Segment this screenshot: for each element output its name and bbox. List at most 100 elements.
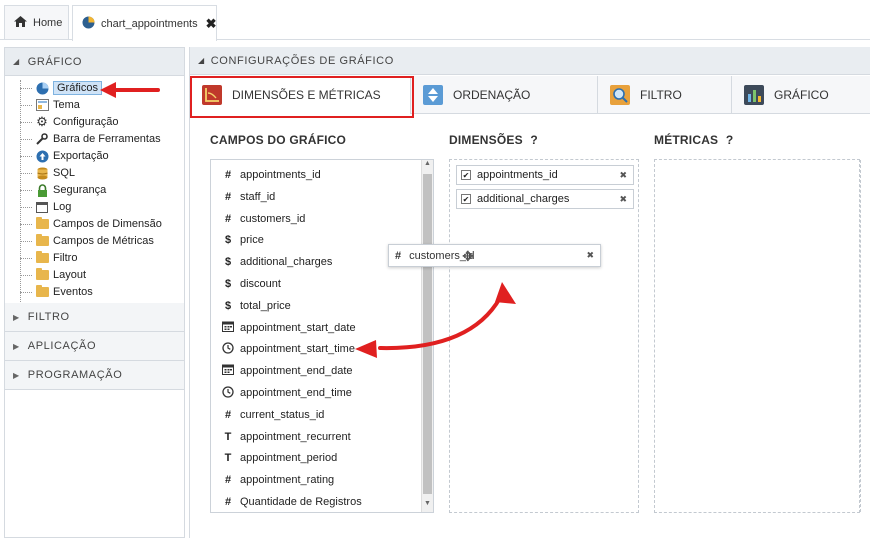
number-type-icon: # [224, 190, 232, 203]
field-name: customers_id [240, 212, 306, 225]
metrics-help-icon[interactable]: ? [726, 133, 734, 147]
field-name: price [240, 234, 264, 247]
field-item[interactable]: # appointments_id [221, 165, 321, 185]
field-item[interactable]: $ additional_charges [221, 252, 332, 272]
field-name: discount [240, 278, 281, 290]
dimension-item[interactable]: ✔ additional_charges ✖ [456, 189, 634, 209]
sidebar-item-seguranca[interactable]: Segurança [20, 182, 106, 198]
pie-chart-icon [82, 16, 95, 32]
sidebar-item-label: Eventos [53, 286, 93, 298]
calendar-icon [221, 364, 235, 378]
number-type-icon: # [395, 249, 402, 262]
checkbox[interactable]: ✔ [461, 170, 471, 180]
folder-icon [35, 251, 49, 265]
tab-ordenacao[interactable]: ORDENAÇÃO [411, 76, 598, 114]
caret-right-icon: ▶ [13, 370, 20, 380]
scroll-up-icon[interactable]: ▲ [422, 160, 433, 172]
text-type-icon: T [224, 452, 232, 465]
field-item[interactable]: appointment_end_date [221, 361, 353, 381]
number-type-icon: # [224, 169, 232, 181]
sidebar-item-layout[interactable]: Layout [20, 267, 86, 283]
home-icon [14, 15, 27, 30]
gear-icon: ⚙ [36, 114, 48, 129]
field-item[interactable]: # staff_id [221, 187, 275, 207]
dragging-field[interactable]: # customers_id ✥ ✖ [388, 244, 601, 267]
dimensions-help-icon[interactable]: ? [530, 133, 538, 147]
sidebar-item-graficos[interactable]: Gráficos [20, 80, 102, 96]
sidebar-item-label: Layout [53, 269, 87, 281]
folder-icon [35, 234, 49, 248]
field-item[interactable]: Tappointment_period [221, 448, 338, 468]
sidebar-section-aplicacao[interactable]: ▶ APLICAÇÃO [5, 332, 184, 361]
field-name: appointments_id [240, 169, 321, 181]
sidebar-item-filtro[interactable]: Filtro [20, 250, 77, 266]
tab-chart-label: chart_appointments [101, 17, 198, 30]
sidebar-section-grafico[interactable]: ◢ GRÁFICO [5, 48, 184, 76]
sidebar-item-sql[interactable]: SQL [20, 165, 75, 181]
tab-chart-appointments[interactable]: chart_appointments ✖ [72, 5, 217, 41]
sidebar-item-exportacao[interactable]: Exportação [20, 148, 109, 164]
number-type-icon: # [224, 496, 232, 508]
field-item[interactable]: $ total_price [221, 296, 291, 316]
lock-icon [35, 183, 49, 197]
sidebar-item-eventos[interactable]: Eventos [20, 284, 93, 300]
field-item[interactable]: appointment_start_date [221, 318, 356, 338]
field-item[interactable]: # appointment_rating [221, 470, 334, 490]
sidebar-section-filtro[interactable]: ▶ FILTRO [5, 303, 184, 332]
checkbox[interactable]: ✔ [461, 194, 471, 204]
sidebar-section-label: FILTRO [27, 311, 70, 323]
main-header: ◢ CONFIGURAÇÕES DE GRÁFICO [190, 47, 870, 75]
remove-icon[interactable]: ✖ [586, 250, 594, 261]
field-item[interactable]: $ price [221, 230, 264, 250]
field-item[interactable]: # current_status_id [221, 405, 324, 425]
sidebar-item-label: Campos de Métricas [53, 235, 154, 247]
tab-grafico[interactable]: GRÁFICO [732, 76, 870, 114]
left-panel: ◢ GRÁFICO Gráficos Tema ⚙ Configuração B… [4, 47, 185, 538]
text-type-icon: T [224, 430, 232, 443]
currency-type-icon: $ [224, 299, 232, 312]
clock-icon [221, 385, 235, 401]
field-item[interactable]: $ discount [221, 274, 281, 294]
upload-icon [35, 150, 49, 163]
sidebar-item-campos-dimensao[interactable]: Campos de Dimensão [20, 216, 162, 232]
dimensions-title-label: DIMENSÕES [449, 133, 523, 147]
sidebar-item-configuracao[interactable]: ⚙ Configuração [20, 114, 118, 130]
caret-down-icon: ◢ [13, 57, 20, 66]
metrics-title: MÉTRICAS ? [654, 133, 733, 147]
wrench-icon [35, 133, 49, 146]
sidebar-section-programacao[interactable]: ▶ PROGRAMAÇÃO [5, 361, 184, 390]
field-item[interactable]: # customers_id [221, 209, 305, 229]
dimension-item[interactable]: ✔ appointments_id ✖ [456, 165, 634, 185]
sidebar-tree: Gráficos Tema ⚙ Configuração Barra de Fe… [5, 76, 184, 331]
log-icon [35, 201, 49, 214]
annotation-curved-arrow [355, 282, 516, 358]
field-item[interactable]: Tappointment_recurrent [221, 427, 351, 447]
sidebar-item-log[interactable]: Log [20, 199, 71, 215]
clock-icon [221, 342, 235, 357]
remove-icon[interactable]: ✖ [619, 194, 627, 205]
field-name: appointment_end_time [240, 387, 352, 399]
tab-label: FILTRO [640, 88, 682, 102]
metrics-title-label: MÉTRICAS [654, 133, 719, 147]
remove-icon[interactable]: ✖ [619, 170, 627, 181]
sidebar-item-campos-metricas[interactable]: Campos de Métricas [20, 233, 154, 249]
field-item[interactable]: appointment_end_time [221, 383, 352, 403]
metrics-dropzone[interactable] [654, 159, 861, 513]
scroll-down-icon[interactable]: ▼ [422, 500, 433, 512]
sidebar-item-barra-de-ferramentas[interactable]: Barra de Ferramentas [20, 131, 161, 147]
fields-title: CAMPOS DO GRÁFICO [210, 133, 347, 147]
close-tab-icon[interactable]: ✖ [206, 16, 217, 32]
dimensions-title: DIMENSÕES ? [449, 133, 538, 147]
field-item[interactable]: appointment_start_time [221, 339, 355, 359]
sidebar-section-label: PROGRAMAÇÃO [27, 369, 123, 381]
tab-home[interactable]: Home [4, 5, 69, 39]
pie-chart-icon [35, 82, 49, 95]
sidebar-item-tema[interactable]: Tema [20, 97, 80, 113]
number-type-icon: # [224, 474, 232, 487]
currency-type-icon: $ [224, 278, 232, 290]
field-item[interactable]: # Quantidade de Registros [221, 492, 362, 512]
sidebar-item-label: Campos de Dimensão [53, 218, 162, 230]
field-name: total_price [240, 299, 291, 312]
tab-filtro[interactable]: FILTRO [598, 76, 732, 114]
magnifier-icon [610, 85, 630, 105]
